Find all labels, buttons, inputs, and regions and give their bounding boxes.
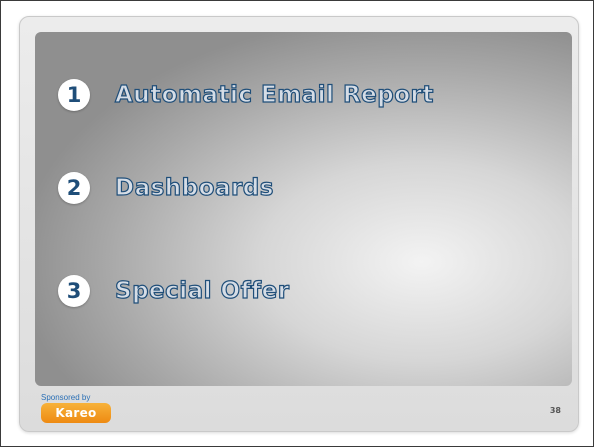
- list-item-1: 1 Automatic Email Report: [58, 75, 434, 115]
- number-badge: 1: [58, 79, 90, 111]
- item-label: Special Offer: [114, 277, 290, 304]
- item-label: Dashboards: [114, 174, 274, 201]
- logo-text: Kareo: [55, 406, 97, 420]
- list-item-3: 3 Special Offer: [58, 271, 290, 311]
- number-badge: 2: [58, 172, 90, 204]
- page-number: 38: [549, 406, 561, 415]
- item-label: Automatic Email Report: [114, 81, 434, 108]
- number-badge: 3: [58, 275, 90, 307]
- page-frame: 1 Automatic Email Report 2 Dashboards 3 …: [0, 0, 594, 447]
- kareo-logo: Kareo: [41, 403, 111, 423]
- sponsored-by-text: Sponsored by: [41, 393, 91, 402]
- list-item-2: 2 Dashboards: [58, 168, 274, 208]
